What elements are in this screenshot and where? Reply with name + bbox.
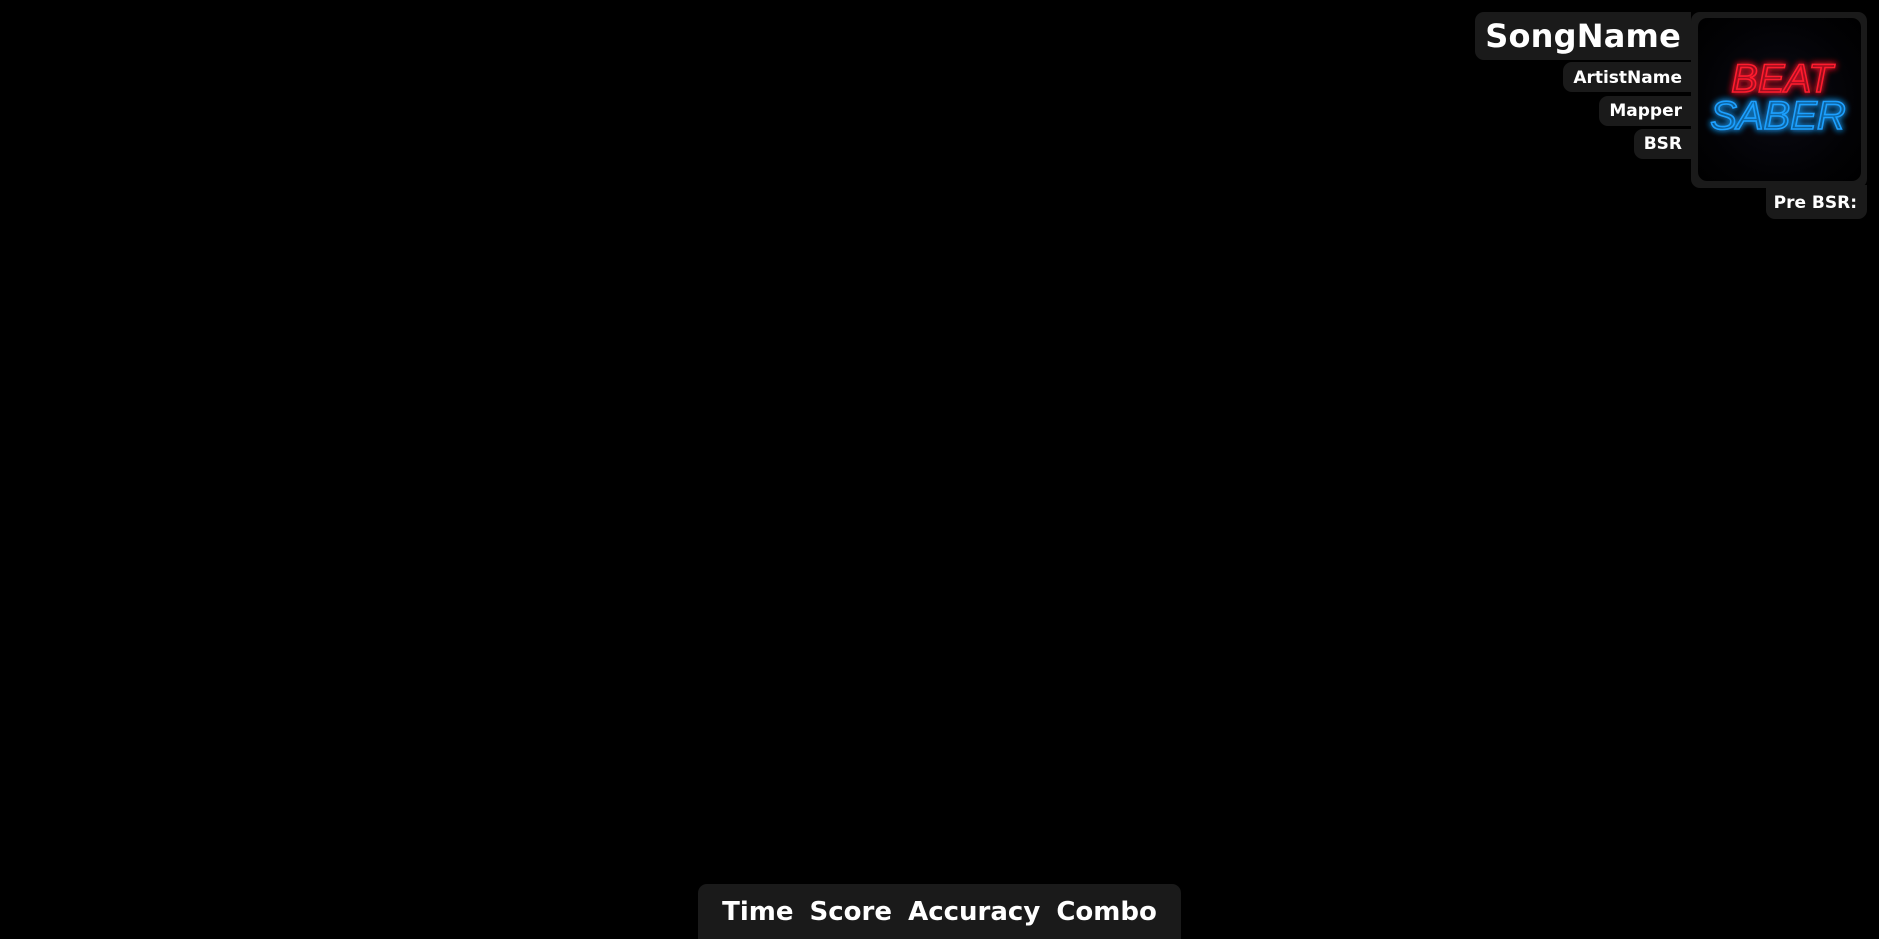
cover-art-frame: BEAT SABER xyxy=(1691,12,1867,188)
time-stat: Time xyxy=(722,896,794,927)
beat-saber-logo: BEAT SABER xyxy=(1709,56,1846,139)
pre-bsr-label: Pre BSR: xyxy=(1765,185,1867,219)
stats-bar: Time Score Accuracy Combo xyxy=(698,884,1181,939)
cover-art: BEAT SABER xyxy=(1698,18,1861,181)
bsr-code: BSR xyxy=(1633,129,1691,159)
logo-saber-text: SABER xyxy=(1710,94,1846,138)
artist-name: ArtistName xyxy=(1563,62,1691,92)
song-info-panel: SongName ArtistName Mapper BSR BEAT SABE… xyxy=(1457,12,1867,222)
mapper-name: Mapper xyxy=(1599,96,1691,126)
song-name: SongName xyxy=(1475,12,1691,60)
score-stat: Score xyxy=(809,896,892,927)
overlay-page: SongName ArtistName Mapper BSR BEAT SABE… xyxy=(0,0,1879,939)
accuracy-stat: Accuracy xyxy=(908,896,1041,927)
combo-stat: Combo xyxy=(1056,896,1157,927)
